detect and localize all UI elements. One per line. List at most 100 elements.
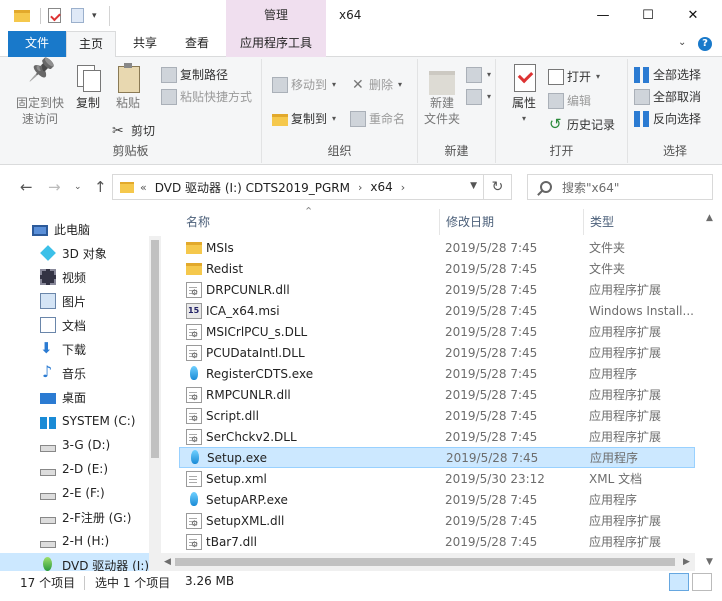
nav-item[interactable]: SYSTEM (C:) [0,409,150,433]
nav-item[interactable]: 2-F注册 (G:) [0,505,150,529]
column-header-type[interactable]: 类型 [590,209,614,235]
file-row[interactable]: DRPCUNLR.dll 2019/5/28 7:45 应用程序扩展 [179,279,695,300]
paste-shortcut-button[interactable]: 粘贴快捷方式 [161,87,252,107]
paste-button[interactable]: 粘贴 [110,63,146,111]
breadcrumb-separator[interactable]: › [401,181,405,194]
toolbar-divider [40,8,41,24]
open-button[interactable]: 打开 ▾ [548,67,600,87]
nav-item[interactable]: DVD 驱动器 (I:) [0,553,150,571]
file-type: 应用程序 [589,367,638,381]
breadcrumb-separator[interactable]: › [358,181,362,194]
nav-item[interactable]: 此电脑 [0,217,150,241]
large-icons-view-button[interactable] [692,573,712,591]
tab-file[interactable]: 文件 [8,31,66,57]
file-row[interactable]: Setup.xml 2019/5/30 23:12 XML 文档 [179,468,695,489]
file-row[interactable]: SetupARP.exe 2019/5/28 7:45 应用程序 [179,489,695,510]
easy-access-button[interactable]: ▾ [466,87,491,107]
new-item-icon [466,67,482,83]
nav-item-label: 音乐 [62,366,87,381]
pin-quick-access-button[interactable]: 固定到快 速访问 [10,63,70,127]
group-label: 打开 [549,144,574,158]
column-header-name[interactable]: 名称 [186,209,210,235]
file-name: SerChckv2.DLL [206,429,297,444]
tab-home[interactable]: 主页 [66,31,116,58]
chevron-down-icon[interactable]: ▼ [470,181,477,191]
xml-file-icon [186,470,202,487]
file-row[interactable]: MSIs 2019/5/28 7:45 文件夹 [179,237,695,258]
address-bar[interactable]: « DVD 驱动器 (I:) CDTS2019_PGRM › x64 › ▼ ↻ [112,174,512,200]
nav-item[interactable]: 2-D (E:) [0,457,150,481]
edit-button[interactable]: 编辑 [548,91,591,111]
new-item-button[interactable]: ▾ [466,65,491,85]
file-row[interactable]: ICA_x64.msi 2019/5/28 7:45 Windows Install… [179,300,695,321]
file-row[interactable]: RMPCUNLR.dll 2019/5/28 7:45 应用程序扩展 [179,384,695,405]
properties-icon[interactable] [48,8,61,23]
nav-item[interactable]: 2-E (F:) [0,481,150,505]
file-row[interactable]: Script.dll 2019/5/28 7:45 应用程序扩展 [179,405,695,426]
nav-item[interactable]: 文档 [0,313,150,337]
list-scrollbar[interactable]: ▲ ▼ [695,209,722,571]
nav-item[interactable]: 视频 [0,265,150,289]
copy-to-button[interactable]: 复制到 ▾ [272,109,336,129]
search-box[interactable]: 搜索"x64" [527,174,713,200]
back-arrow-icon[interactable]: ← [20,178,33,196]
nav-item[interactable]: 3-G (D:) [0,433,150,457]
file-name: SetupXML.dll [206,513,285,528]
copy-path-button[interactable]: 复制路径 [161,65,228,85]
file-row[interactable]: MSICrlPCU_s.DLL 2019/5/28 7:45 应用程序扩展 [179,321,695,342]
tab-view[interactable]: 查看 [174,31,220,57]
chevron-down-icon[interactable]: ⌄ [678,37,690,49]
refresh-icon[interactable]: ↻ [483,175,511,199]
nav-scrollbar[interactable] [149,236,161,571]
nav-item-label: 3-G (D:) [62,438,111,452]
chevron-down-icon[interactable]: ▾ [92,11,100,27]
drive-icon [40,493,56,500]
file-date: 2019/5/28 7:45 [446,450,539,465]
details-view-button[interactable] [669,573,689,591]
nav-item[interactable]: 下载 [0,337,150,361]
close-button[interactable]: ✕ [670,0,716,31]
help-icon[interactable]: ? [698,37,712,51]
invert-selection-button[interactable]: 反向选择 [634,109,701,129]
tab-share[interactable]: 共享 [122,31,168,57]
file-row[interactable]: SetupXML.dll 2019/5/28 7:45 应用程序扩展 [179,510,695,531]
open-group: 属性 ▾ 打开▾ 编辑 历史记录 打开 [496,59,628,163]
file-name: Script.dll [206,408,259,423]
file-row[interactable]: PCUDataIntl.DLL 2019/5/28 7:45 应用程序扩展 [179,342,695,363]
nav-item[interactable]: 音乐 [0,361,150,385]
maximize-button[interactable]: ☐ [625,0,671,31]
new-folder-button[interactable]: 新建 文件夹 [422,63,462,127]
nav-item[interactable]: 3D 对象 [0,241,150,265]
move-to-button[interactable]: 移动到 ▾ [272,75,336,95]
cut-button[interactable]: 剪切 [112,121,155,141]
select-none-button[interactable]: 全部取消 [634,87,701,107]
history-button[interactable]: 历史记录 [548,114,615,135]
file-row[interactable]: SerChckv2.DLL 2019/5/28 7:45 应用程序扩展 [179,426,695,447]
file-row[interactable]: tBar7.dll 2019/5/28 7:45 应用程序扩展 [179,531,695,552]
breadcrumb-folder[interactable]: x64 [370,180,392,194]
minimize-button[interactable]: — [580,0,626,31]
file-row[interactable]: Redist 2019/5/28 7:45 文件夹 [179,258,695,279]
file-row[interactable]: Setup.exe 2019/5/28 7:45 应用程序 [179,447,695,468]
group-label: 选择 [662,144,687,158]
properties-button[interactable]: 属性 ▾ [504,63,544,127]
new-folder-icon[interactable] [71,8,84,23]
up-arrow-icon[interactable]: ↑ [94,178,107,196]
breadcrumb-drive[interactable]: DVD 驱动器 (I:) CDTS2019_PGRM [155,179,350,196]
copy-button[interactable]: 复制 [70,63,106,111]
nav-item[interactable]: 桌面 [0,385,150,409]
nav-item[interactable]: 图片 [0,289,150,313]
nav-item[interactable]: 2-H (H:) [0,529,150,553]
select-all-button[interactable]: 全部选择 [634,65,701,85]
delete-button[interactable]: 删除▾ [350,75,402,95]
column-header-date[interactable]: 修改日期 [446,209,494,235]
file-date: 2019/5/28 7:45 [445,345,538,360]
file-row[interactable]: RegisterCDTS.exe 2019/5/28 7:45 应用程序 [179,363,695,384]
rename-button[interactable]: 重命名 [350,109,405,129]
tab-app-tools[interactable]: 应用程序工具 [226,31,326,57]
recent-locations-icon[interactable]: ⌄ [74,182,82,192]
overflow-chevron[interactable]: « [140,181,147,194]
edit-icon [548,93,564,109]
forward-arrow-icon[interactable]: → [48,178,61,196]
horizontal-scrollbar[interactable]: ◀ ▶ [161,553,695,571]
